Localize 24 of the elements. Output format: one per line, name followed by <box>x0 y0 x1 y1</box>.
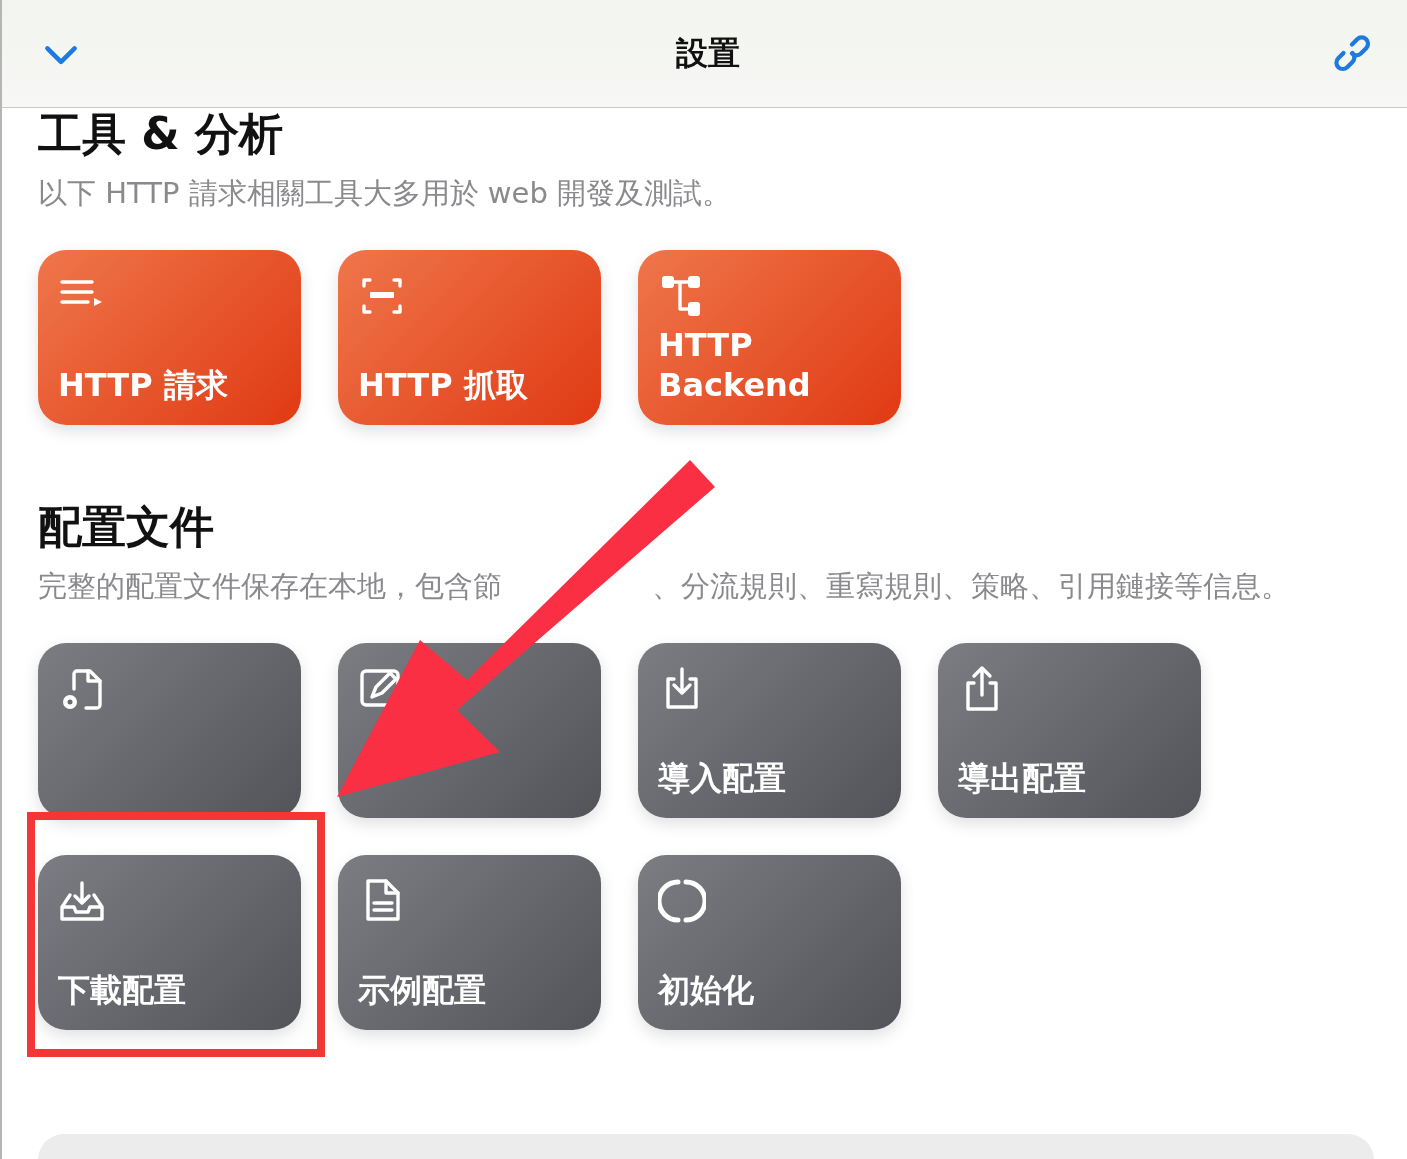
tile-label: 下載配置 <box>58 970 187 1010</box>
shortcut-tile[interactable]: HTTP Backend <box>638 250 901 425</box>
tile-label: 示例配置 <box>358 970 487 1010</box>
tile-label: 初始化 <box>658 970 755 1010</box>
section-title: 配置文件 <box>38 505 215 549</box>
section-description: 、分流規則、重寫規則、策略、引用鏈接等信息。 <box>652 568 1290 605</box>
shortcut-tile[interactable]: HTTP 請求 <box>38 250 301 425</box>
section-description: 以下 HTTP 請求相關工具大多用於 web 開發及測試。 <box>38 175 732 212</box>
tile-label: HTTP 抓取 <box>358 365 529 405</box>
link-icon[interactable] <box>1333 33 1373 74</box>
reset-icon <box>658 877 706 925</box>
shortcut-tile[interactable]: 初始化 <box>638 855 901 1030</box>
window-title: 設置 <box>675 32 740 74</box>
shortcut-tile[interactable]: 示例配置 <box>338 855 601 1030</box>
section-title: 工具 & 分析 <box>38 112 284 156</box>
tile-label: HTTP 請求 <box>58 365 229 405</box>
shortcut-tile[interactable]: HTTP 抓取 <box>338 250 601 425</box>
tile-label: 導出配置 <box>958 758 1087 798</box>
shortcut-tile[interactable]: 下載配置 <box>38 855 301 1030</box>
shortcut-tile[interactable]: 導入配置 <box>638 643 901 818</box>
shortcut-tile[interactable]: 導出配置 <box>938 643 1201 818</box>
section-description: 完整的配置文件保存在本地，包含節 <box>38 568 502 605</box>
tile-label: HTTP Backend <box>658 325 812 405</box>
tile-label: 導入配置 <box>658 758 787 798</box>
